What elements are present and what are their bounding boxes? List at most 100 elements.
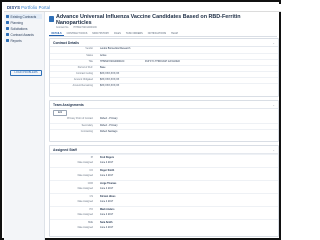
assignment-row: Primary Point of Contact Robert - Primar… [50,117,278,122]
tab-details[interactable]: DETAILS [49,31,65,36]
staff-name[interactable]: Fred Rogers [100,156,114,159]
solicitation-icon [6,27,9,30]
tab-files[interactable]: FILES [112,31,124,36]
sidebar-item-reports[interactable]: Reports [6,38,42,43]
sidebar-item-label: Contract Awards [10,32,34,37]
date-label: Date Assigned [77,226,93,229]
detail-row: Amount Remaining $XX,XXX,XXX,XX [50,83,278,89]
field-value: Active [100,54,107,57]
staff-name[interactable]: Kirsten Hines [100,195,115,198]
date-value: June 4 2017 [100,161,114,164]
chevron-down-icon[interactable]: ⌄ [272,41,275,45]
breadcrumb-item[interactable]: Contract No. [56,27,69,29]
date-value: June 4 2017 [100,213,114,216]
sidebar: Existing Contracts Planning Solicitation… [4,12,45,240]
date-value: June 4 2017 [100,200,114,203]
field-label: Primary Point of Contact [67,117,93,120]
tab-notifications[interactable]: NOTIFICATIONS [145,31,168,36]
staff-role: PO [89,208,93,211]
assigned-staff-card: Assigned Staff ⌄ PI Fred Rogers Date Ass… [49,145,279,237]
breadcrumb: Contract No. HHSN272201400010C [56,27,101,29]
field-label: Status [86,54,93,57]
staff-row: COR Jorge Thomas Date Assigned June 4 20… [50,180,278,194]
detail-row: Vendor Leidos Biomedical Research [50,47,278,52]
award-icon [6,33,9,36]
sidebar-item-contract-awards[interactable]: Contract Awards [6,32,42,37]
staff-row: PI Fred Rogers Date Assigned June 4 2017 [50,154,278,168]
field-label: Vendor [85,47,93,50]
login-problems-button[interactable]: LOGIN PROBLEMS [10,70,42,76]
assignment-row: Contracting Robert Santiago [50,129,278,135]
team-assignments-card: Team Assignments ⌄ Edit Primary Point of… [49,100,279,142]
sidebar-item-label: Planning [10,20,23,25]
field-label: Period of Perf. [77,66,93,69]
field-value: $XX,XXX,XXX,XX [100,84,120,87]
date-value: June 4 2017 [100,187,114,190]
field-value: Base [100,66,106,69]
field-label: Title [88,60,93,63]
field-value: Robert Santiago [100,130,118,133]
document-icon [49,16,54,22]
card-title: Contract Details [53,40,80,45]
sidebar-item-label: Solicitations [10,26,28,31]
date-label: Date Assigned [77,174,93,177]
tab-task-orders[interactable]: TASK ORDERS [123,31,145,36]
sidebar-item-solicitations[interactable]: Solicitations [6,26,42,31]
staff-name[interactable]: Mark Anders [100,208,114,211]
main-content: Advance Universal Influenza Vaccine Cand… [46,12,281,240]
date-label: Date Assigned [77,187,93,190]
tab-mod-history[interactable]: MOD HISTORY [90,31,112,36]
field-label: Amount Remaining [72,84,93,87]
tab-team[interactable]: TEAM [169,31,181,36]
edit-button[interactable]: Edit [53,110,67,116]
sidebar-item-label: Existing Contracts [10,14,37,19]
staff-name[interactable]: Jorge Thomas [100,182,116,185]
divider [50,107,278,109]
field-label: Contract Ceiling [75,72,93,75]
date-label: Date Assigned [77,161,93,164]
staff-role: COR [87,182,93,185]
field-value: Robert - Primary [100,117,118,120]
app-window: DISYSPortfolio Portal Existing Contracts… [0,0,281,240]
date-value: June 4 2017 [100,226,114,229]
staff-role: SME [87,221,93,224]
staff-role: PI [90,156,93,159]
page-title: Advance Universal Influenza Vaccine Cand… [56,14,241,27]
date-label: Date Assigned [77,200,93,203]
date-value: June 4 2017 [100,174,114,177]
field-label: Amount Obligated [73,78,93,81]
field-value: Leidos Biomedical Research [100,47,131,50]
staff-row: CS Kirsten Hines Date Assigned June 4 20… [50,193,278,207]
staff-row: SME Sara Smith Date Assigned June 4 2017 [50,219,278,233]
breadcrumb-item[interactable]: HHSN272201400010C [74,27,98,29]
app-logo[interactable]: DISYSPortfolio Portal [7,5,50,10]
staff-row: CO Roger Smith Date Assigned June 4 2017 [50,167,278,181]
chevron-down-icon[interactable]: ⌄ [272,148,275,152]
field-value: $XX,XXX,XXX,XX [100,72,120,75]
logo-sub: Portfolio Portal [21,5,51,10]
sidebar-item-existing-contracts[interactable]: Existing Contracts [6,14,42,19]
staff-name[interactable]: Sara Smith [100,221,113,224]
card-title: Assigned Staff [53,147,77,152]
sidebar-item-planning[interactable]: Planning [6,20,42,25]
tab-contract-docs[interactable]: CONTRACT DOCS [64,31,90,36]
staff-role: CS [89,195,93,198]
field-value: Robert - Primary [100,124,118,127]
logo-main: DISYS [7,5,21,10]
field-label: Secondary [81,124,93,127]
field-aux-value: PoP FY1 THROUGH 12/31/2022 [145,60,180,63]
field-value: HHSN272201400010C [100,60,125,63]
page-header: Advance Universal Influenza Vaccine Cand… [49,14,277,29]
staff-role: CO [89,169,93,172]
chevron-down-icon[interactable]: ⌄ [272,103,275,107]
top-bar: DISYSPortfolio Portal [4,4,281,12]
contract-details-card: Contract Details ⌄ Vendor Leidos Biomedi… [49,38,279,97]
sidebar-item-label: Reports [10,38,22,43]
planning-icon [6,21,9,24]
field-label: Contracting [80,130,93,133]
date-label: Date Assigned [77,213,93,216]
card-title: Team Assignments [53,102,84,107]
staff-name[interactable]: Roger Smith [100,169,114,172]
field-value: $XX,XXX,XXX,XX [100,78,120,81]
staff-row: PO Mark Anders Date Assigned June 4 2017 [50,206,278,220]
